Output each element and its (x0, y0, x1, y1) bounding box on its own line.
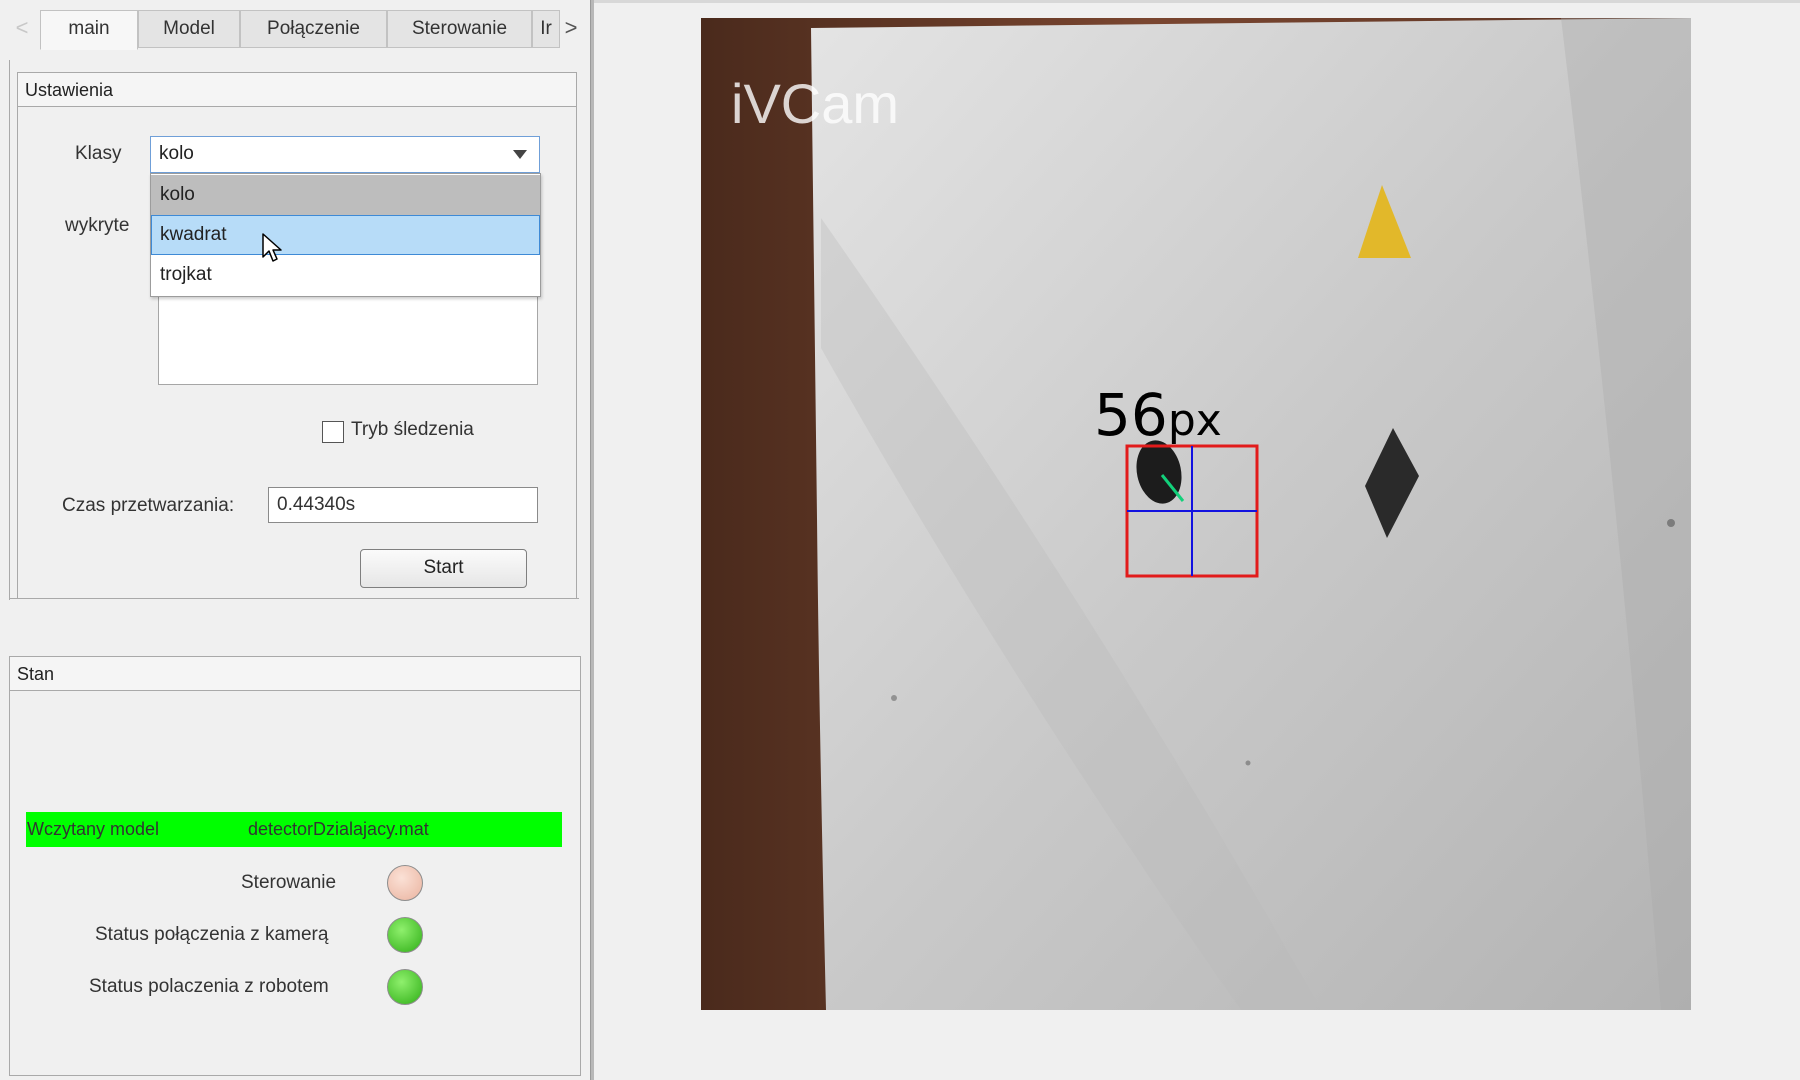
camera-status-lamp (387, 917, 423, 953)
classes-label: Klasy (75, 143, 122, 164)
tab-bar: < main Model Połączenie Sterowanie Ir > (9, 10, 580, 50)
dropdown-option-trojkat[interactable]: trojkat (151, 255, 540, 295)
classes-dropdown-value: kolo (159, 143, 194, 164)
tracking-label: Tryb śledzenia (351, 419, 474, 440)
start-button[interactable]: Start (360, 549, 527, 588)
status-panel: Stan (9, 656, 581, 1076)
camera-frame: iVCam 56px (701, 18, 1691, 1010)
control-status-lamp (387, 865, 423, 901)
chevron-down-icon[interactable] (513, 150, 527, 159)
processing-time-field[interactable]: 0.44340s (268, 487, 538, 523)
detected-label: wykryte (65, 215, 130, 236)
classes-dropdown-list[interactable]: kolo kwadrat trojkat (150, 173, 541, 297)
classes-dropdown[interactable]: kolo (150, 136, 540, 173)
processing-time-label: Czas przetwarzania: (62, 495, 235, 516)
ivcam-watermark: iVCam (731, 72, 899, 135)
view-top-border (594, 0, 1800, 3)
tab-model[interactable]: Model (138, 10, 240, 48)
left-panel: < main Model Połączenie Sterowanie Ir > … (0, 0, 593, 1080)
status-panel-title: Stan (10, 657, 580, 691)
paper-speck (1245, 760, 1251, 766)
robot-status-lamp (387, 969, 423, 1005)
settings-panel-border (9, 60, 10, 600)
dropdown-option-kolo[interactable]: kolo (151, 175, 540, 215)
model-filename: detectorDzialajacy.mat (248, 819, 429, 839)
tab-polaczenie[interactable]: Połączenie (240, 10, 387, 48)
tab-main[interactable]: main (40, 10, 138, 50)
camera-view: iVCam 56px (701, 18, 1691, 1010)
tab-scroll-left-icon[interactable]: < (9, 10, 35, 48)
tab-ir[interactable]: Ir (532, 10, 560, 48)
camera-status-label: Status połączenia z kamerą (95, 924, 329, 945)
tracking-checkbox[interactable] (322, 421, 344, 443)
mouse-cursor-icon (262, 233, 282, 262)
paper-speck (891, 695, 897, 701)
robot-status-label: Status polaczenia z robotem (89, 976, 329, 997)
settings-panel-title: Ustawienia (18, 73, 576, 107)
paper-speck (1667, 519, 1675, 527)
model-status-bar: Wczytany model detectorDzialajacy.mat (26, 812, 562, 847)
settings-panel-border-bottom (9, 598, 579, 599)
control-label: Sterowanie (241, 872, 337, 893)
model-label: Wczytany model (27, 819, 160, 839)
tab-sterowanie[interactable]: Sterowanie (387, 10, 532, 48)
tab-scroll-right-icon[interactable]: > (558, 10, 584, 48)
dropdown-option-kwadrat[interactable]: kwadrat (151, 215, 540, 255)
